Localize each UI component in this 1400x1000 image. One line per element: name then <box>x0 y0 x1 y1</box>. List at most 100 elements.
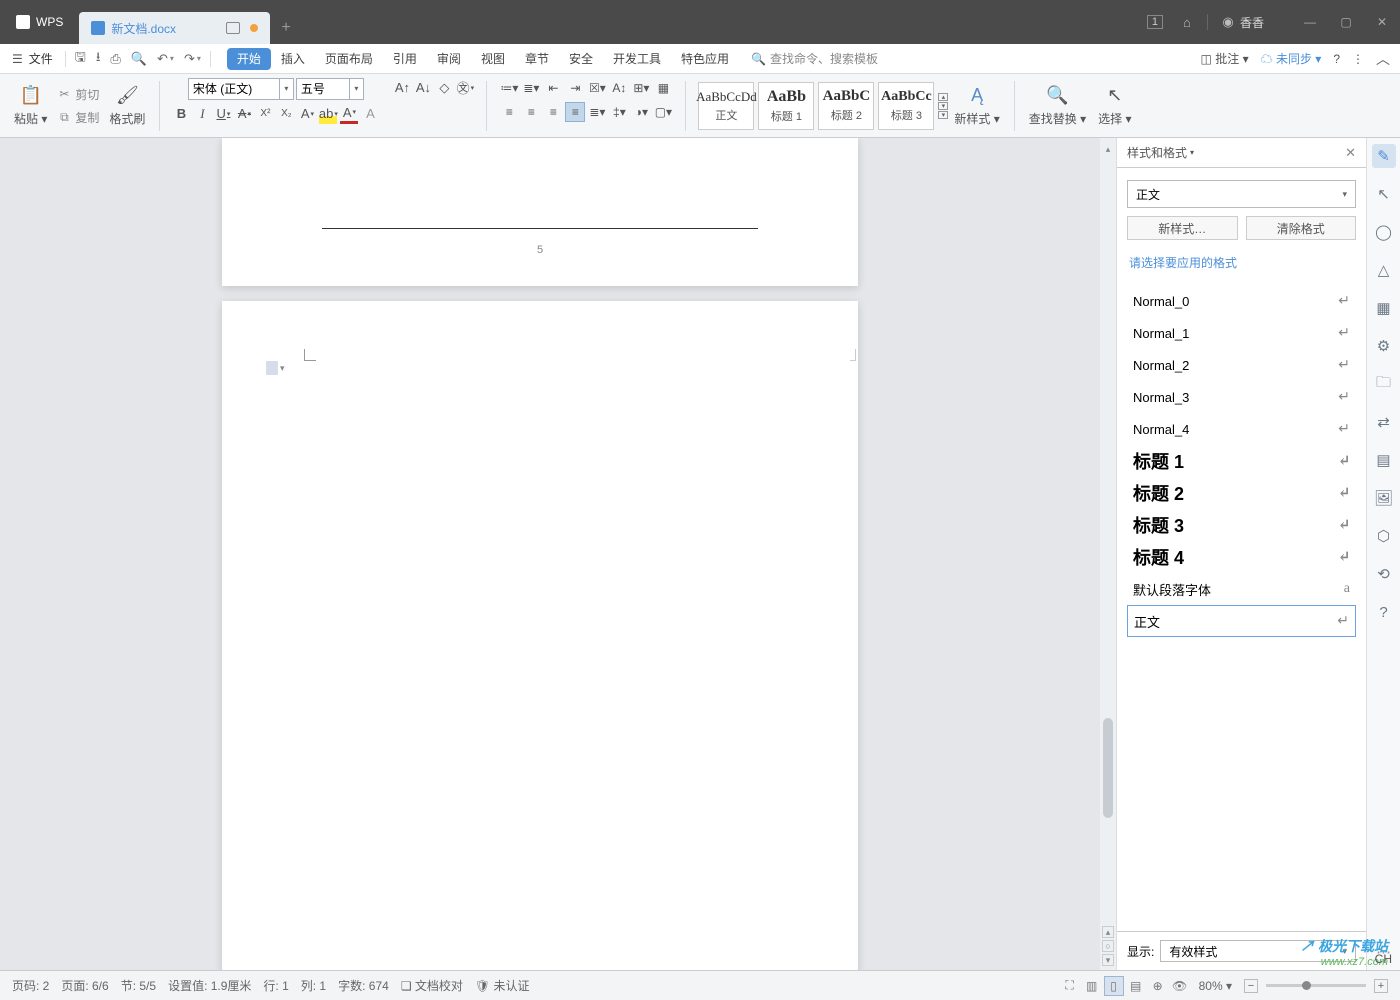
cut-button[interactable]: ✂剪切 <box>57 86 99 103</box>
superscript-button[interactable]: X² <box>256 104 274 124</box>
style-list-item[interactable]: 标题 2↵ <box>1127 477 1356 509</box>
style-list-item[interactable]: 默认段落字体a <box>1127 573 1356 605</box>
style-list-item[interactable]: Normal_4↵ <box>1127 413 1356 445</box>
shapes-sidebar-button[interactable]: ◯ <box>1372 220 1396 244</box>
align-center-button[interactable]: ≡ <box>521 102 541 122</box>
shading-button[interactable]: ◑▾ <box>631 102 651 122</box>
align-right-button[interactable]: ≡ <box>543 102 563 122</box>
show-filter-combo[interactable]: 有效样式 ▾ <box>1160 940 1356 962</box>
style-list-item[interactable]: 正文↵ <box>1127 605 1356 637</box>
ime-indicator[interactable]: CH <box>1375 952 1392 966</box>
print-layout-button[interactable]: ▯ <box>1104 976 1124 996</box>
style-card-2[interactable]: AaBbC标题 2 <box>818 82 874 130</box>
font-size-combo[interactable]: 五号 <box>296 78 350 100</box>
undo-button[interactable]: ↶▾ <box>157 51 174 67</box>
maximize-button[interactable]: ▢ <box>1328 10 1364 34</box>
command-search[interactable]: 🔍 查找命令、搜索模板 <box>751 50 878 67</box>
help-sidebar-button[interactable]: ? <box>1372 600 1396 624</box>
style-list-item[interactable]: Normal_1↵ <box>1127 317 1356 349</box>
phonetic-button[interactable]: ㉆▾ <box>456 78 474 98</box>
assets-sidebar-button[interactable]: 🗀 <box>1372 372 1396 396</box>
scroll-up-icon[interactable]: ▴ <box>1106 144 1111 155</box>
select-button[interactable]: ↖ 选择 ▾ <box>1092 85 1137 127</box>
increase-indent-button[interactable]: ⇥ <box>565 78 585 98</box>
numbering-button[interactable]: ≣▾ <box>521 78 541 98</box>
table-button[interactable]: ▦ <box>653 78 673 98</box>
styles-sidebar-button[interactable]: ✎ <box>1372 144 1396 168</box>
status-row[interactable]: 行: 1 <box>263 977 288 994</box>
shrink-font-button[interactable]: A↓ <box>414 78 432 98</box>
close-panel-button[interactable]: ✕ <box>1345 145 1356 161</box>
help-button[interactable]: ? <box>1333 52 1340 66</box>
style-list-item[interactable]: 标题 3↵ <box>1127 509 1356 541</box>
avatar-icon[interactable]: ◉ <box>1216 14 1240 30</box>
style-card-3[interactable]: AaBbCc标题 3 <box>878 82 934 130</box>
user-name[interactable]: 香香 <box>1240 14 1264 31</box>
protect-sidebar-button[interactable]: ⬡ <box>1372 524 1396 548</box>
redo-button[interactable]: ↷▾ <box>184 51 201 67</box>
font-size-dropdown[interactable]: ▾ <box>350 78 364 100</box>
ribbon-tab-8[interactable]: 开发工具 <box>603 44 671 74</box>
style-card-1[interactable]: AaBb标题 1 <box>758 82 814 130</box>
goto-button[interactable]: ○ <box>1102 940 1114 952</box>
prev-page-button[interactable]: ▴ <box>1102 926 1114 938</box>
status-page[interactable]: 页面: 6/6 <box>61 977 108 994</box>
status-proof[interactable]: ❏ 文档校对 <box>401 977 463 994</box>
outline-view-button[interactable]: ▥ <box>1082 976 1102 996</box>
status-page-number[interactable]: 页码: 2 <box>12 977 49 994</box>
ribbon-tab-6[interactable]: 章节 <box>515 44 559 74</box>
new-style-button[interactable]: Ą 新样式 ▾ <box>948 85 1005 127</box>
style-list-item[interactable]: Normal_2↵ <box>1127 349 1356 381</box>
web-layout-button[interactable]: ⊕ <box>1148 976 1168 996</box>
text-effects-button[interactable]: A▾ <box>298 104 316 124</box>
zoom-out-button[interactable]: − <box>1244 979 1258 993</box>
more-button[interactable]: ⋮ <box>1352 52 1364 66</box>
table-sidebar-button[interactable]: ▦ <box>1372 296 1396 320</box>
format-painter-button[interactable]: 🖌 格式刷 <box>103 85 151 127</box>
next-page-button[interactable]: ▾ <box>1102 954 1114 966</box>
zoom-slider[interactable] <box>1266 984 1366 987</box>
collapse-ribbon-button[interactable]: ︿ <box>1376 49 1390 69</box>
underline-button[interactable]: U▾ <box>214 104 232 124</box>
file-menu[interactable]: 文件 <box>29 50 53 67</box>
reading-view-button[interactable]: ▤ <box>1126 976 1146 996</box>
current-style-combo[interactable]: 正文 ▾ <box>1127 180 1356 208</box>
ribbon-tab-0[interactable]: 开始 <box>227 48 271 70</box>
style-list-item[interactable]: Normal_0↵ <box>1127 285 1356 317</box>
eye-protect-button[interactable]: 👁 <box>1170 976 1190 996</box>
zoom-percent[interactable]: 80% ▾ <box>1199 979 1232 993</box>
chevron-down-icon[interactable]: ▾ <box>1190 148 1194 157</box>
align-justify-button[interactable]: ≡ <box>565 102 585 122</box>
strikethrough-button[interactable]: A▾ <box>235 104 253 124</box>
ribbon-tab-7[interactable]: 安全 <box>559 44 603 74</box>
grow-font-button[interactable]: A↑ <box>393 78 411 98</box>
bullets-button[interactable]: ≔▾ <box>499 78 519 98</box>
style-card-0[interactable]: AaBbCcDd正文 <box>698 82 754 130</box>
clear-format-button[interactable]: 清除格式 <box>1246 216 1357 240</box>
clipboard-sidebar-button[interactable]: ▤ <box>1372 448 1396 472</box>
distributed-button[interactable]: ≣▾ <box>587 102 607 122</box>
line-spacing-button[interactable]: ‡▾ <box>609 102 629 122</box>
font-color-button[interactable]: A▾ <box>340 104 358 124</box>
borders-button[interactable]: ▢▾ <box>653 102 673 122</box>
subscript-button[interactable]: X₂ <box>277 104 295 124</box>
document-tab[interactable]: 新文档.docx <box>79 12 270 44</box>
translate-sidebar-button[interactable]: ⇄ <box>1372 410 1396 434</box>
document-page[interactable]: ▾ <box>222 301 858 970</box>
highlight-button[interactable]: ab▾ <box>319 104 337 124</box>
char-scale-button[interactable]: ☒▾ <box>587 78 607 98</box>
section-marker[interactable]: ▾ <box>266 361 285 375</box>
style-list-item[interactable]: Normal_3↵ <box>1127 381 1356 413</box>
document-area[interactable]: 5 ▾ <box>0 138 1100 970</box>
hamburger-icon[interactable]: ☰ <box>12 52 23 66</box>
zoom-in-button[interactable]: + <box>1374 979 1388 993</box>
print-icon[interactable]: ⎙ <box>110 51 120 67</box>
minimize-button[interactable]: — <box>1292 10 1328 34</box>
ribbon-tab-3[interactable]: 引用 <box>383 44 427 74</box>
vertical-scrollbar[interactable]: ▴ ▴ ○ ▾ <box>1100 138 1116 970</box>
status-position[interactable]: 设置值: 1.9厘米 <box>168 977 251 994</box>
paste-button[interactable]: 📋 粘贴 ▾ <box>8 85 53 127</box>
history-sidebar-button[interactable]: ⟲ <box>1372 562 1396 586</box>
limits-sidebar-button[interactable]: △ <box>1372 258 1396 282</box>
status-words[interactable]: 字数: 674 <box>338 977 389 994</box>
